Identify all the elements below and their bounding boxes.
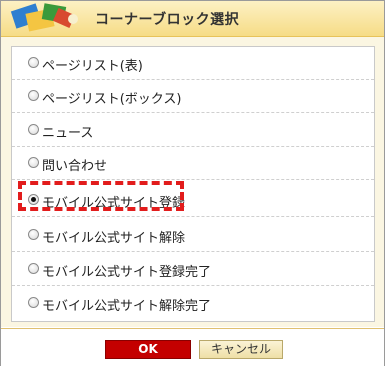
option-mobile-cancel-complete[interactable]: モバイル公式サイト解除完了 bbox=[12, 287, 374, 319]
option-label: ページリスト(表) bbox=[42, 59, 143, 74]
dialog-footer: OK キャンセル bbox=[1, 328, 384, 366]
logo-icon bbox=[3, 1, 83, 36]
option-mobile-register[interactable]: モバイル公式サイト登録 bbox=[12, 184, 374, 217]
option-list: ページリスト(表) ページリスト(ボックス) ニュース 問い合わせ モバイル公式… bbox=[11, 46, 375, 322]
radio-button[interactable] bbox=[28, 124, 39, 135]
option-label: モバイル公式サイト解除 bbox=[42, 231, 186, 246]
option-page-list-box[interactable]: ページリスト(ボックス) bbox=[12, 80, 374, 113]
option-mobile-cancel[interactable]: モバイル公式サイト解除 bbox=[12, 219, 374, 252]
option-label: モバイル公式サイト登録 bbox=[42, 196, 186, 211]
option-mobile-register-complete[interactable]: モバイル公式サイト登録完了 bbox=[12, 253, 374, 286]
radio-button-selected[interactable] bbox=[28, 194, 39, 205]
cancel-button[interactable]: キャンセル bbox=[199, 340, 283, 359]
option-news[interactable]: ニュース bbox=[12, 114, 374, 147]
radio-button[interactable] bbox=[28, 229, 39, 240]
corner-block-dialog: コーナーブロック選択 ページリスト(表) ページリスト(ボックス) ニュース 問… bbox=[0, 0, 385, 366]
option-label: ページリスト(ボックス) bbox=[42, 92, 182, 107]
radio-button[interactable] bbox=[28, 263, 39, 274]
option-page-list-table[interactable]: ページリスト(表) bbox=[12, 47, 374, 80]
option-label: 問い合わせ bbox=[42, 159, 108, 174]
radio-button[interactable] bbox=[28, 297, 39, 308]
ok-button[interactable]: OK bbox=[105, 340, 191, 359]
option-inquiry[interactable]: 問い合わせ bbox=[12, 147, 374, 180]
radio-button[interactable] bbox=[28, 157, 39, 168]
dialog-title: コーナーブロック選択 bbox=[95, 12, 240, 28]
radio-button[interactable] bbox=[28, 57, 39, 68]
option-label: モバイル公式サイト解除完了 bbox=[42, 299, 212, 314]
title-bar: コーナーブロック選択 bbox=[1, 1, 384, 37]
radio-button[interactable] bbox=[28, 90, 39, 101]
option-label: モバイル公式サイト登録完了 bbox=[42, 265, 212, 280]
option-label: ニュース bbox=[42, 126, 94, 141]
